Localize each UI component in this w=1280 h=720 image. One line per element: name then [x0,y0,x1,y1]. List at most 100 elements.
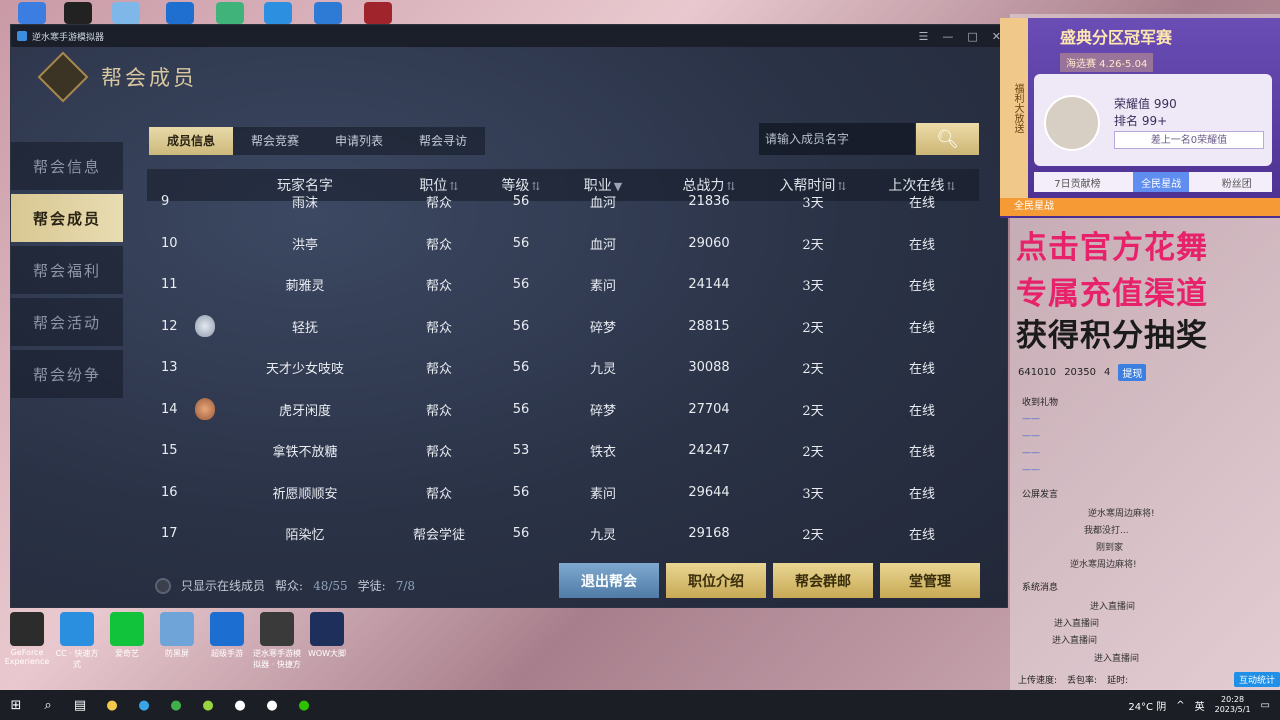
member-badge [185,315,225,338]
guild-mail-button[interactable]: 帮会群邮 [773,563,873,598]
iqiyi-shortcut[interactable]: 爱奇艺 [102,612,152,659]
avatar[interactable] [1044,95,1100,151]
member-online: 在线 [908,362,935,378]
table-row[interactable]: 13 天才少女吱吱 帮众 56 九灵 30088 2天 在线 [147,347,979,389]
promo-date: 海选赛 4.26-5.04 [1060,53,1154,72]
tab-application-list[interactable]: 申请列表 [317,127,401,155]
member-power: 21836 [688,194,730,210]
search-button[interactable]: 🔍︎ [916,123,979,155]
members-count: 48/55 [313,578,348,593]
header-level[interactable]: 等级 ⇅ [493,175,549,195]
online-only-label: 只显示在线成员 [181,579,266,593]
apprentice-count: 7/8 [395,578,416,593]
guild-emblem-icon[interactable] [37,51,89,103]
table-row[interactable]: 17 陌染忆 帮会学徒 56 九灵 29168 2天 在线 [147,513,979,554]
member-join-time: 2天 [802,320,824,336]
edge-icon[interactable]: ● [128,690,160,720]
member-rank: 9 [161,194,170,210]
sort-icon: ⇅ [531,180,541,193]
taskbar-app-icon[interactable]: ● [96,690,128,720]
app-icon[interactable] [314,2,342,24]
taskbar: ⊞ ⌕ ▤ ● ● ● ● ● ● ● 24°C 阴 ^ 英 20:28 202… [0,690,1280,720]
folder-icon[interactable] [18,2,46,24]
ime-indicator[interactable]: 英 [1195,698,1205,713]
leave-guild-button[interactable]: 退出帮会 [559,563,659,598]
taskbar-app-icon[interactable]: ● [256,690,288,720]
tab-fan-club[interactable]: 粉丝团 [1214,172,1260,192]
member-join-time: 2天 [802,528,824,544]
wechat-icon[interactable]: ● [288,690,320,720]
table-row[interactable]: 11 莿雅灵 帮众 56 素问 24144 3天 在线 [147,264,979,306]
cc-shortcut[interactable]: CC · 快速方式 [52,612,102,670]
promo-side-label[interactable]: 福利大放送 [1000,18,1028,198]
edge-icon[interactable] [264,2,292,24]
app-icon[interactable] [216,2,244,24]
table-row[interactable]: 14 虎牙闲度 帮众 56 碎梦 27704 2天 在线 [147,389,979,431]
tab-contribution[interactable]: 7日贡献榜 [1046,172,1108,192]
wow-shortcut[interactable]: WOW大脚 [302,612,352,659]
task-view-icon[interactable]: ▤ [64,690,96,720]
withdraw-button[interactable]: 提现 [1118,364,1147,381]
steam-icon[interactable]: ● [224,690,256,720]
emulator-shortcut[interactable]: 逆水寒手游模拟器 · 快捷方 [252,612,302,670]
minimize-icon[interactable]: — [942,30,953,43]
position-intro-button[interactable]: 职位介绍 [666,563,766,598]
sidebar-item-guild-activity[interactable]: 帮会活动 [11,298,123,346]
sidebar-item-guild-war[interactable]: 帮会纷争 [11,350,123,398]
sidebar-item-guild-welfare[interactable]: 帮会福利 [11,246,123,294]
chevron-up-icon[interactable]: ^ [1176,700,1184,711]
sort-icon: ⇅ [449,180,459,193]
member-rank: 13 [161,360,178,376]
member-position: 帮众 [425,320,452,336]
menu-icon[interactable]: ☰ [919,30,929,43]
member-power: 27704 [688,401,730,417]
member-position: 帮众 [425,486,452,502]
tab-star-battle[interactable]: 全民星战 [1133,172,1190,192]
member-class: 素问 [589,486,616,502]
interact-stats-button[interactable]: 互动统计 [1233,672,1280,687]
table-row[interactable]: 16 祈愿顺顺安 帮众 56 素问 29644 3天 在线 [147,472,979,514]
app-icon [160,612,194,646]
member-class: 铁衣 [589,445,616,461]
member-online: 在线 [908,279,935,295]
mobile-game-shortcut[interactable]: 超级手游 [202,612,252,659]
game-icon[interactable] [364,2,392,24]
table-row[interactable]: 15 拿铁不放糖 帮众 53 铁衣 24247 2天 在线 [147,430,979,472]
anti-blackscreen-shortcut[interactable]: 防黑屏 [152,612,202,659]
chat-message: 我都没打... [1084,526,1129,536]
app-icon[interactable] [166,2,194,24]
app-icon[interactable] [112,2,140,24]
online-only-radio[interactable] [155,577,171,594]
member-join-time: 3天 [802,486,824,502]
apprentice-label: 学徒: [357,579,386,593]
sidebar-item-guild-info[interactable]: 帮会信息 [11,142,123,190]
steam-icon[interactable] [64,2,92,24]
member-rank: 14 [161,401,178,417]
tab-guild-contest[interactable]: 帮会竞赛 [233,127,317,155]
desktop-top-icons [0,0,1000,24]
table-row[interactable]: 12 轻抚 帮众 56 碎梦 28815 2天 在线 [147,306,979,348]
header-power[interactable]: 总战力 ⇅ [657,175,761,195]
table-row[interactable]: 10 洪亭 帮众 56 血河 29060 2天 在线 [147,223,979,265]
sort-icon: ⇅ [726,180,736,193]
tab-guild-visit[interactable]: 帮会寻访 [401,127,485,155]
taskbar-app-icon[interactable]: ● [160,690,192,720]
weather[interactable]: 24°C 阴 [1128,698,1166,713]
geforce-shortcut[interactable]: GeForce Experience [2,612,52,666]
notification-icon[interactable]: ▭ [1261,700,1270,711]
promo-tabs: 7日贡献榜 全民星战 粉丝团 [1034,172,1272,192]
promo-diff: 差上一名0荣耀值 [1114,131,1264,149]
search-input[interactable]: 请输入成员名字 [759,123,915,155]
hall-manage-button[interactable]: 堂管理 [880,563,980,598]
clock[interactable]: 20:28 2023/5/1 [1215,695,1251,715]
search-icon[interactable]: ⌕ [32,690,64,720]
sidebar-item-guild-members[interactable]: 帮会成员 [11,194,123,242]
windows-start-icon[interactable]: ⊞ [0,690,32,720]
emulator-titlebar[interactable]: 逆水寒手游模拟器 ☰ — □ ✕ [11,25,1007,47]
rank-badge-icon [195,398,215,421]
search-icon: 🔍︎ [936,128,959,150]
member-class: 血河 [589,196,616,212]
taskbar-app-icon[interactable]: ● [192,690,224,720]
maximize-icon[interactable]: □ [967,30,977,43]
tab-member-info[interactable]: 成员信息 [149,127,234,155]
